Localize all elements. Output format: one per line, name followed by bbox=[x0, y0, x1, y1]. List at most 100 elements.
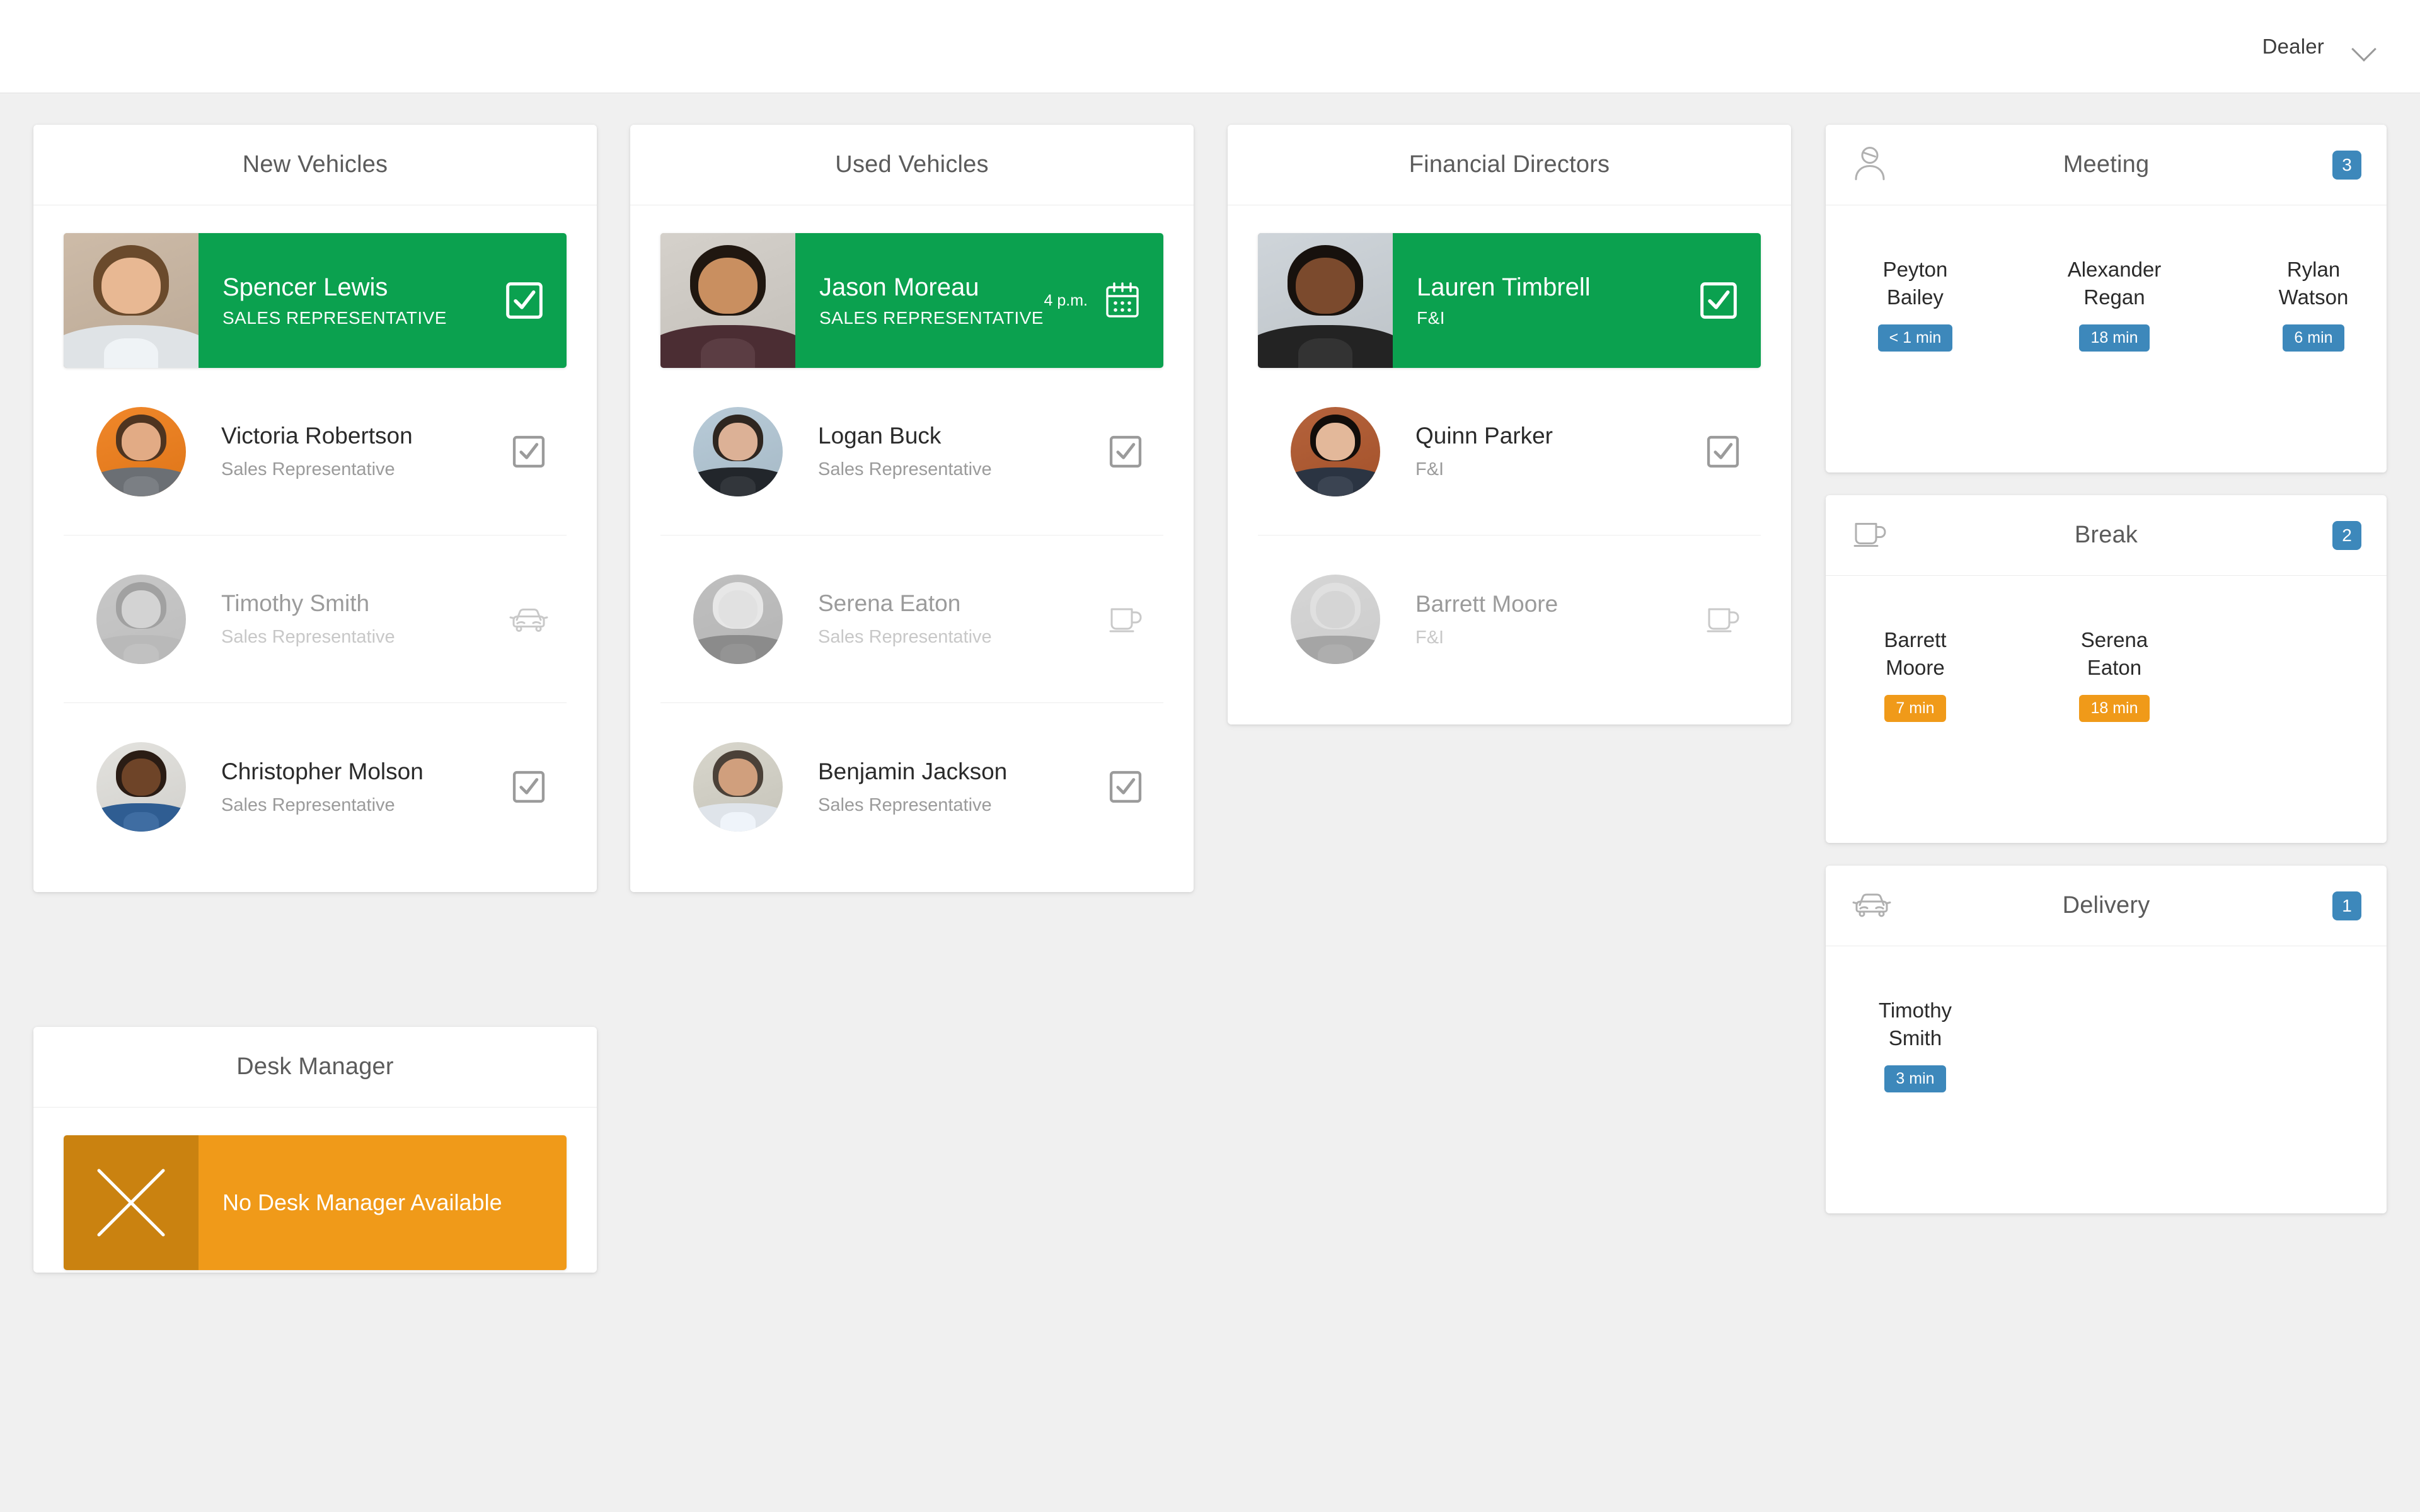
featured-person-role: SALES REPRESENTATIVE bbox=[222, 308, 447, 328]
list-item[interactable]: Logan Buck Sales Representative bbox=[660, 368, 1163, 536]
card-header: Meeting 3 bbox=[1826, 125, 2387, 205]
member-grid: Barrett Moore 7 min Serena Eaton 18 min bbox=[1826, 576, 2387, 733]
status-panel-delivery: Delivery 1 Timothy Smith 3 min bbox=[1826, 866, 2387, 1213]
featured-info: Jason Moreau SALES REPRESENTATIVE 4 p.m. bbox=[795, 233, 1163, 368]
status-action[interactable] bbox=[491, 433, 567, 471]
featured-person-name: Lauren Timbrell bbox=[1417, 273, 1591, 301]
checkbox-checked-icon[interactable] bbox=[1109, 768, 1143, 806]
calendar-icon[interactable] bbox=[1104, 281, 1141, 320]
list-item[interactable]: Serena Eaton Sales Representative bbox=[660, 536, 1163, 703]
member-name: Barrett Moore bbox=[1884, 628, 1947, 679]
list-item[interactable]: Barrett Moore F&I bbox=[1258, 536, 1761, 703]
avatar bbox=[693, 406, 783, 496]
panel-member[interactable]: Serena Eaton 18 min bbox=[2054, 610, 2175, 723]
card-title: Meeting bbox=[2063, 151, 2150, 178]
status-action[interactable] bbox=[1685, 433, 1761, 471]
status-action[interactable] bbox=[1088, 433, 1163, 471]
avatar-art bbox=[1291, 575, 1380, 664]
person-role: Sales Representative bbox=[818, 794, 992, 815]
dealer-select[interactable]: Dealer bbox=[2262, 35, 2377, 59]
coffee-cup-icon bbox=[1707, 608, 1739, 633]
checkbox-checked-icon[interactable] bbox=[512, 768, 546, 806]
avatar bbox=[96, 742, 186, 832]
avatar-art bbox=[693, 406, 783, 496]
checkbox-checked-icon[interactable] bbox=[505, 278, 544, 323]
column-card: Financial Directors Lauren Timbrell F&I Qui… bbox=[1228, 125, 1791, 724]
featured-person-row[interactable]: Lauren Timbrell F&I bbox=[1258, 233, 1761, 368]
featured-info: Lauren Timbrell F&I bbox=[1393, 233, 1761, 368]
member-name: Serena Eaton bbox=[2080, 628, 2148, 679]
person-name: Christopher Molson bbox=[221, 758, 424, 784]
person-icon bbox=[1855, 146, 1885, 180]
person-name: Victoria Robertson bbox=[221, 423, 413, 449]
panel-member[interactable]: Alexander Regan 18 min bbox=[2054, 239, 2175, 352]
chevron-down-icon bbox=[2352, 39, 2377, 54]
card-title: Delivery bbox=[2062, 892, 2150, 919]
avatar-art bbox=[1291, 406, 1380, 496]
featured-info: Spencer Lewis SALES REPRESENTATIVE bbox=[199, 233, 567, 368]
featured-time: 4 p.m. bbox=[1044, 291, 1088, 309]
featured-names: Jason Moreau SALES REPRESENTATIVE bbox=[819, 273, 1044, 328]
featured-avatar bbox=[1258, 233, 1393, 368]
card-header: Desk Manager bbox=[33, 1027, 597, 1108]
avatar-art bbox=[96, 406, 186, 496]
column-card: Used Vehicles Jason Moreau SALES REPRESENT… bbox=[630, 125, 1194, 892]
list-item[interactable]: Quinn Parker F&I bbox=[1258, 368, 1761, 536]
member-timer: 18 min bbox=[2079, 324, 2150, 352]
card-body: Spencer Lewis SALES REPRESENTATIVE Victori… bbox=[33, 233, 597, 892]
featured-person-row[interactable]: Jason Moreau SALES REPRESENTATIVE 4 p.m. bbox=[660, 233, 1163, 368]
dashboard-canvas: New Vehicles Spencer Lewis SALES REPRESENT… bbox=[0, 93, 2420, 1512]
status-action[interactable] bbox=[1088, 768, 1163, 806]
panel-member[interactable]: Barrett Moore 7 min bbox=[1855, 610, 1976, 723]
checkbox-checked-icon[interactable] bbox=[1109, 433, 1143, 471]
status-action[interactable] bbox=[491, 768, 567, 806]
featured-person-row[interactable]: Spencer Lewis SALES REPRESENTATIVE bbox=[64, 233, 567, 368]
avatar-art bbox=[693, 574, 783, 664]
list-item-text: Serena Eaton Sales Representative bbox=[783, 590, 1088, 648]
checkbox-checked-icon[interactable] bbox=[512, 433, 546, 471]
avatar-art bbox=[96, 742, 186, 832]
no-desk-manager-banner[interactable]: No Desk Manager Available bbox=[64, 1135, 567, 1270]
list-item[interactable]: Timothy Smith Sales Representative bbox=[64, 536, 567, 703]
panel-member[interactable]: Rylan Watson 6 min bbox=[2253, 239, 2374, 352]
card-header: Break 2 bbox=[1826, 495, 2387, 576]
avatar-art bbox=[660, 233, 795, 368]
member-timer: 7 min bbox=[1884, 695, 1946, 723]
panel-car-icon bbox=[1852, 890, 1891, 922]
person-name: Barrett Moore bbox=[1415, 590, 1559, 617]
count-badge: 3 bbox=[2332, 150, 2361, 180]
card-body: Jason Moreau SALES REPRESENTATIVE 4 p.m. Lo… bbox=[630, 233, 1194, 892]
avatar-art bbox=[693, 742, 783, 832]
person-name: Quinn Parker bbox=[1415, 423, 1553, 449]
avatar-art bbox=[1258, 233, 1393, 368]
member-name: Rylan Watson bbox=[2278, 258, 2349, 309]
coffee-cup-icon bbox=[1109, 608, 1142, 632]
list-item-text: Christopher Molson Sales Representative bbox=[186, 759, 491, 816]
checkbox-checked-icon[interactable] bbox=[1699, 278, 1738, 323]
list-item[interactable]: Victoria Robertson Sales Representative bbox=[64, 368, 567, 536]
panel-member[interactable]: Peyton Bailey < 1 min bbox=[1855, 239, 1976, 352]
panel-member[interactable]: Timothy Smith 3 min bbox=[1855, 980, 1976, 1093]
list-item-text: Logan Buck Sales Representative bbox=[783, 423, 1088, 480]
featured-person-role: SALES REPRESENTATIVE bbox=[819, 308, 1044, 328]
list-item[interactable]: Benjamin Jackson Sales Representative bbox=[660, 703, 1163, 871]
avatar-art bbox=[96, 574, 186, 664]
panel-coffee-cup-icon bbox=[1852, 518, 1887, 553]
avatar bbox=[96, 406, 186, 496]
list-item-text: Quinn Parker F&I bbox=[1380, 423, 1685, 480]
featured-names: Lauren Timbrell F&I bbox=[1417, 273, 1699, 328]
list-item[interactable]: Christopher Molson Sales Representative bbox=[64, 703, 567, 871]
member-timer: 6 min bbox=[2283, 324, 2344, 352]
person-name: Serena Eaton bbox=[818, 590, 961, 616]
card-title: Used Vehicles bbox=[835, 151, 989, 178]
person-name: Benjamin Jackson bbox=[818, 758, 1008, 784]
status-action bbox=[491, 605, 567, 634]
x-cross-icon bbox=[97, 1169, 165, 1237]
member-grid: Peyton Bailey < 1 min Alexander Regan 18 min R… bbox=[1826, 205, 2387, 363]
person-role: F&I bbox=[1415, 459, 1444, 479]
checkbox-checked-icon[interactable] bbox=[1706, 433, 1740, 471]
banner-info: No Desk Manager Available bbox=[199, 1135, 567, 1270]
desk-manager-card: Desk Manager No Desk Manager Available bbox=[33, 1027, 597, 1273]
panel-person-icon bbox=[1852, 144, 1887, 185]
list-item-text: Victoria Robertson Sales Representative bbox=[186, 423, 491, 480]
